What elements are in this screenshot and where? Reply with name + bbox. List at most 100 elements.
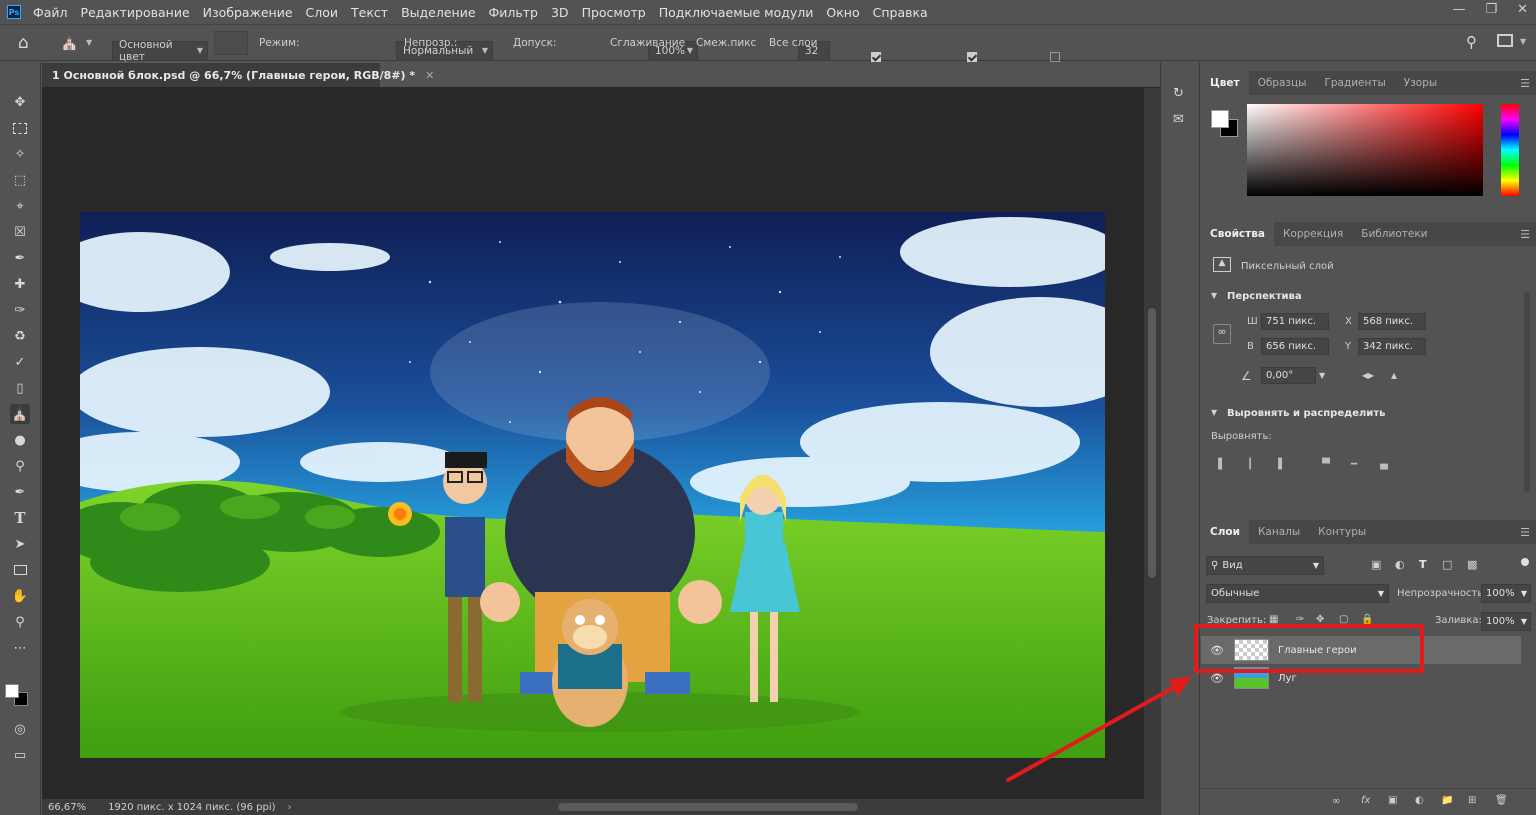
hand-tool-icon[interactable]: ✋	[10, 586, 30, 606]
chevron-down-icon[interactable]: ▼	[1211, 408, 1217, 417]
layer-filter-dropdown[interactable]: ⚲ Вид ▼	[1206, 556, 1324, 575]
vertical-scroll-thumb[interactable]	[1148, 308, 1156, 578]
minimize-icon[interactable]: —	[1452, 2, 1465, 17]
chevron-down-icon[interactable]: ▼	[1319, 371, 1325, 380]
tab-adjustments[interactable]: Коррекция	[1274, 222, 1352, 246]
flip-vertical-icon[interactable]: ▴	[1391, 368, 1397, 382]
home-icon[interactable]: ⌂	[18, 33, 29, 53]
color-field-picker[interactable]	[1247, 104, 1483, 196]
crop-tool-icon[interactable]: ⌖	[10, 196, 30, 216]
filter-toggle-icon[interactable]	[1521, 558, 1529, 566]
frame-tool-icon[interactable]: ☒	[10, 222, 30, 242]
tab-gradients[interactable]: Градиенты	[1315, 71, 1394, 95]
fx-icon[interactable]: fx	[1361, 795, 1370, 806]
paint-bucket-preset-icon[interactable]: ⛪	[60, 33, 79, 51]
fill-field[interactable]: 100% ▼	[1481, 612, 1531, 631]
chevron-down-icon[interactable]: ▼	[1211, 291, 1217, 300]
paint-bucket-tool-icon[interactable]: ⛪	[10, 404, 30, 424]
menu-plugins[interactable]: Подключаемые модули	[659, 5, 814, 20]
tab-patterns[interactable]: Узоры	[1395, 71, 1446, 95]
menu-view[interactable]: Просмотр	[582, 5, 646, 20]
foreground-color-swatch[interactable]	[5, 684, 19, 698]
filter-shape-icon[interactable]: □	[1442, 558, 1452, 571]
layer-opacity-field[interactable]: 100% ▼	[1481, 584, 1531, 603]
tab-layers[interactable]: Слои	[1201, 520, 1249, 544]
align-center-v-icon[interactable]: ━	[1347, 457, 1361, 471]
brush-tool-icon[interactable]: ✑	[10, 300, 30, 320]
chevron-down-icon[interactable]: ▼	[86, 38, 92, 47]
all-layers-checkbox[interactable]	[1050, 51, 1060, 62]
panel-menu-icon[interactable]: ☰	[1520, 228, 1530, 241]
pattern-picker[interactable]	[214, 31, 248, 55]
new-group-icon[interactable]: 📁	[1441, 795, 1453, 806]
document-canvas-image[interactable]	[80, 212, 1105, 758]
menu-select[interactable]: Выделение	[401, 5, 475, 20]
screen-mode-icon[interactable]: ▭	[10, 745, 30, 765]
menu-3d[interactable]: 3D	[551, 5, 569, 20]
tab-channels[interactable]: Каналы	[1249, 520, 1309, 544]
document-tab[interactable]: 1 Основной блок.psd @ 66,7% (Главные гер…	[42, 62, 434, 87]
marquee-tool-icon[interactable]	[10, 118, 30, 138]
lasso-tool-icon[interactable]: ✧	[10, 144, 30, 164]
canvas-workspace[interactable]	[42, 88, 1142, 800]
align-center-h-icon[interactable]: ┃	[1243, 457, 1257, 471]
restore-icon[interactable]: ❐	[1485, 2, 1497, 17]
clone-stamp-tool-icon[interactable]: ♻	[10, 326, 30, 346]
workspace-icon[interactable]	[1497, 34, 1513, 47]
status-zoom[interactable]: 66,67%	[48, 802, 86, 813]
rectangle-tool-icon[interactable]	[10, 560, 30, 580]
flip-horizontal-icon[interactable]: ◂▸	[1362, 368, 1374, 382]
width-field[interactable]: 751 пикс.	[1261, 313, 1329, 330]
eraser-tool-icon[interactable]: ▯	[10, 378, 30, 398]
link-layers-icon[interactable]: ∞	[1332, 796, 1340, 807]
comments-icon[interactable]: ✉	[1173, 112, 1184, 127]
tab-libraries[interactable]: Библиотеки	[1352, 222, 1436, 246]
transform-section-title[interactable]: Перспектива	[1227, 291, 1302, 302]
height-field[interactable]: 656 пикс.	[1261, 338, 1329, 355]
align-section-title[interactable]: Выровнять и распределить	[1227, 408, 1385, 419]
tab-properties[interactable]: Свойства	[1201, 222, 1274, 246]
menu-layers[interactable]: Слои	[306, 5, 339, 20]
new-adjustment-icon[interactable]: ◐	[1415, 795, 1424, 806]
path-select-tool-icon[interactable]: ➤	[10, 534, 30, 554]
filter-smart-object-icon[interactable]: ▩	[1467, 558, 1477, 571]
eyedropper-tool-icon[interactable]: ✒	[10, 248, 30, 268]
filter-pixel-icon[interactable]: ▣	[1371, 558, 1381, 571]
panel-menu-icon[interactable]: ☰	[1520, 77, 1530, 90]
menu-type[interactable]: Текст	[351, 5, 388, 20]
pen-tool-icon[interactable]: ✒	[10, 482, 30, 502]
type-tool-icon[interactable]: T	[10, 508, 30, 528]
history-icon[interactable]: ↻	[1173, 86, 1184, 101]
horizontal-scrollbar[interactable]	[278, 800, 1138, 814]
color-foreground-swatch[interactable]	[1211, 110, 1229, 128]
x-field[interactable]: 568 пикс.	[1358, 313, 1426, 330]
eye-icon[interactable]: 👁	[1210, 672, 1224, 685]
close-tab-icon[interactable]: ✕	[425, 69, 434, 82]
align-right-icon[interactable]: ▐	[1271, 457, 1285, 471]
more-tools-icon[interactable]: ⋯	[10, 638, 30, 658]
y-field[interactable]: 342 пикс.	[1358, 338, 1426, 355]
delete-layer-icon[interactable]: 🗑	[1495, 795, 1508, 806]
search-icon[interactable]: ⚲	[1466, 33, 1477, 51]
align-top-icon[interactable]: ▀	[1319, 457, 1333, 471]
tab-paths[interactable]: Контуры	[1309, 520, 1375, 544]
properties-scrollbar[interactable]	[1524, 292, 1530, 492]
move-tool-icon[interactable]: ✥	[10, 92, 30, 112]
align-left-icon[interactable]: ▌	[1215, 457, 1229, 471]
layer-name[interactable]: Луг	[1278, 673, 1297, 684]
add-mask-icon[interactable]: ▣	[1388, 795, 1397, 806]
filter-adjustment-icon[interactable]: ◐	[1395, 558, 1405, 571]
panel-menu-icon[interactable]: ☰	[1520, 526, 1530, 539]
filter-type-icon[interactable]: T	[1419, 558, 1427, 571]
menu-file[interactable]: Файл	[33, 5, 68, 20]
antialias-checkbox[interactable]	[871, 51, 881, 62]
healing-brush-tool-icon[interactable]: ✚	[10, 274, 30, 294]
contiguous-checkbox[interactable]	[967, 51, 977, 62]
horizontal-scroll-thumb[interactable]	[558, 803, 858, 811]
chevron-down-icon[interactable]: ▼	[1520, 37, 1526, 46]
quick-mask-icon[interactable]: ◎	[10, 719, 30, 739]
angle-field[interactable]: 0,00°	[1261, 367, 1316, 384]
menu-window[interactable]: Окно	[826, 5, 859, 20]
dodge-tool-icon[interactable]: ⚲	[10, 456, 30, 476]
fill-source-dropdown[interactable]: Основной цвет ▼	[112, 39, 208, 63]
